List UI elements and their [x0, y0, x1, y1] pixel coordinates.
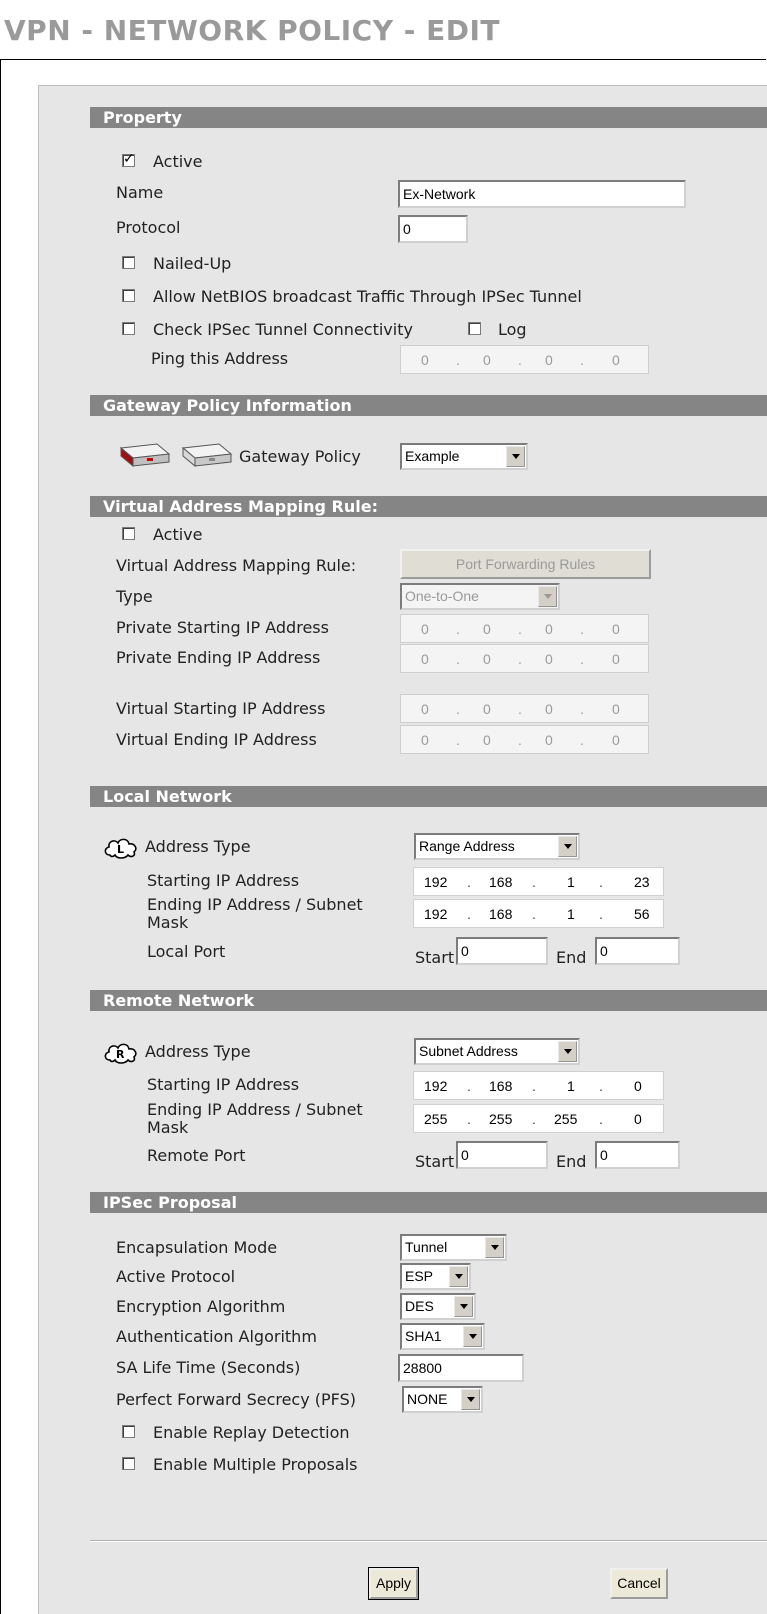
local-start-ip-field[interactable]: 192. 168. 1. 23	[413, 867, 664, 896]
remote-start-ip-field[interactable]: 192. 168. 1. 0	[413, 1071, 664, 1100]
virtual-end-label: Virtual Ending IP Address	[116, 730, 317, 749]
chevron-down-icon	[461, 1389, 480, 1410]
chevron-down-icon	[454, 1296, 473, 1317]
replay-detection-label: Enable Replay Detection	[153, 1423, 350, 1442]
local-address-type-label: Address Type	[145, 837, 251, 856]
virtual-start-label: Virtual Starting IP Address	[116, 699, 326, 718]
svg-text:L: L	[117, 843, 124, 856]
page-title: VPN - NETWORK POLICY - EDIT	[4, 14, 501, 47]
local-port-start-label: Start	[415, 948, 455, 967]
active-label: Active	[153, 152, 203, 171]
local-port-end-input[interactable]: 0	[595, 937, 680, 965]
local-address-type-select[interactable]: Range Address	[414, 833, 580, 860]
check-ipsec-label: Check IPSec Tunnel Connectivity	[153, 320, 413, 339]
local-port-end-label: End	[556, 948, 587, 967]
multiple-proposals-checkbox[interactable]	[122, 1457, 135, 1470]
local-end-ip-label-line1: Ending IP Address / Subnet	[147, 895, 363, 914]
remote-port-label: Remote Port	[147, 1146, 246, 1165]
local-start-ip-label: Starting IP Address	[147, 871, 300, 890]
log-label: Log	[498, 320, 527, 339]
sa-lifetime-label: SA Life Time (Seconds)	[116, 1358, 301, 1377]
pfs-label: Perfect Forward Secrecy (PFS)	[116, 1390, 356, 1409]
active-protocol-label: Active Protocol	[116, 1267, 236, 1286]
protocol-input[interactable]: 0	[398, 215, 468, 243]
authentication-algorithm-label: Authentication Algorithm	[116, 1327, 317, 1346]
encryption-algorithm-select[interactable]: DES	[400, 1293, 476, 1320]
private-start-label: Private Starting IP Address	[116, 618, 329, 637]
section-header-remote-network: Remote Network	[90, 990, 767, 1011]
active-checkbox[interactable]: ✓	[122, 151, 135, 167]
apply-button[interactable]: Apply	[368, 1567, 419, 1600]
nailed-up-checkbox[interactable]	[122, 256, 135, 269]
section-header-local-network: Local Network	[90, 786, 767, 807]
local-end-ip-field[interactable]: 192. 168. 1. 56	[413, 899, 664, 928]
vamr-active-label: Active	[153, 525, 203, 544]
local-port-label: Local Port	[147, 942, 226, 961]
remote-end-ip-label-line1: Ending IP Address / Subnet	[147, 1100, 363, 1119]
gateway-router-icon	[119, 443, 171, 468]
remote-end-ip-label-line2: Mask	[147, 1118, 189, 1137]
netbios-label: Allow NetBIOS broadcast Traffic Through …	[153, 287, 582, 306]
encapsulation-mode-select[interactable]: Tunnel	[400, 1234, 507, 1261]
pfs-select[interactable]: NONE	[402, 1386, 483, 1413]
name-input[interactable]: Ex-Network	[398, 180, 686, 208]
type-label: Type	[116, 587, 153, 606]
chevron-down-icon	[558, 1041, 577, 1062]
remote-address-type-label: Address Type	[145, 1042, 251, 1061]
encryption-algorithm-label: Encryption Algorithm	[116, 1297, 286, 1316]
vamr-rule-label: Virtual Address Mapping Rule:	[116, 556, 357, 575]
virtual-end-ip-field[interactable]: 0. 0. 0. 0	[400, 725, 649, 754]
port-forwarding-rules-button[interactable]: Port Forwarding Rules	[400, 549, 651, 579]
type-select[interactable]: One-to-One	[400, 583, 560, 610]
remote-port-end-input[interactable]: 0	[595, 1141, 680, 1169]
multiple-proposals-label: Enable Multiple Proposals	[153, 1455, 358, 1474]
section-header-ipsec-proposal: IPSec Proposal	[90, 1192, 767, 1213]
vamr-active-checkbox[interactable]	[122, 527, 135, 540]
log-checkbox[interactable]	[468, 322, 481, 335]
private-end-label: Private Ending IP Address	[116, 648, 321, 667]
remote-port-start-input[interactable]: 0	[456, 1141, 548, 1169]
local-end-ip-label-line2: Mask	[147, 913, 189, 932]
encapsulation-mode-label: Encapsulation Mode	[116, 1238, 278, 1257]
sa-lifetime-input[interactable]: 28800	[398, 1354, 524, 1382]
check-ipsec-checkbox[interactable]	[122, 322, 135, 335]
cancel-button[interactable]: Cancel	[610, 1568, 668, 1599]
replay-detection-checkbox[interactable]	[122, 1425, 135, 1438]
gateway-policy-select[interactable]: Example	[400, 443, 528, 470]
ping-address-field[interactable]: 0. 0. 0. 0	[400, 345, 649, 374]
virtual-start-ip-field[interactable]: 0. 0. 0. 0	[400, 694, 649, 723]
active-protocol-select[interactable]: ESP	[400, 1263, 471, 1290]
remote-port-end-label: End	[556, 1152, 587, 1171]
chevron-down-icon	[506, 446, 525, 467]
remote-network-cloud-icon: R	[104, 1043, 137, 1064]
chevron-down-icon	[449, 1266, 468, 1287]
local-port-start-input[interactable]: 0	[456, 937, 548, 965]
chevron-down-icon	[538, 586, 557, 607]
chevron-down-icon	[485, 1237, 504, 1258]
ping-address-label: Ping this Address	[151, 349, 289, 368]
authentication-algorithm-select[interactable]: SHA1	[400, 1323, 485, 1350]
remote-port-start-label: Start	[415, 1152, 455, 1171]
section-header-gateway: Gateway Policy Information	[90, 395, 767, 416]
private-end-ip-field[interactable]: 0. 0. 0. 0	[400, 644, 649, 673]
gateway-policy-label: Gateway Policy	[239, 447, 361, 466]
section-header-property: Property	[90, 107, 767, 128]
private-start-ip-field[interactable]: 0. 0. 0. 0	[400, 614, 649, 643]
divider	[90, 1540, 767, 1542]
chevron-down-icon	[463, 1326, 482, 1347]
chevron-down-icon	[558, 836, 577, 857]
gateway-router-icon-2	[181, 443, 233, 468]
remote-start-ip-label: Starting IP Address	[147, 1075, 300, 1094]
svg-text:R: R	[116, 1048, 125, 1061]
protocol-label: Protocol	[116, 218, 181, 237]
remote-end-ip-field[interactable]: 255. 255. 255. 0	[413, 1104, 664, 1133]
nailed-up-label: Nailed-Up	[153, 254, 232, 273]
local-network-cloud-icon: L	[104, 838, 137, 859]
section-header-vamr: Virtual Address Mapping Rule:	[90, 496, 767, 517]
name-label: Name	[116, 183, 164, 202]
remote-address-type-select[interactable]: Subnet Address	[414, 1038, 580, 1065]
netbios-checkbox[interactable]	[122, 289, 135, 302]
